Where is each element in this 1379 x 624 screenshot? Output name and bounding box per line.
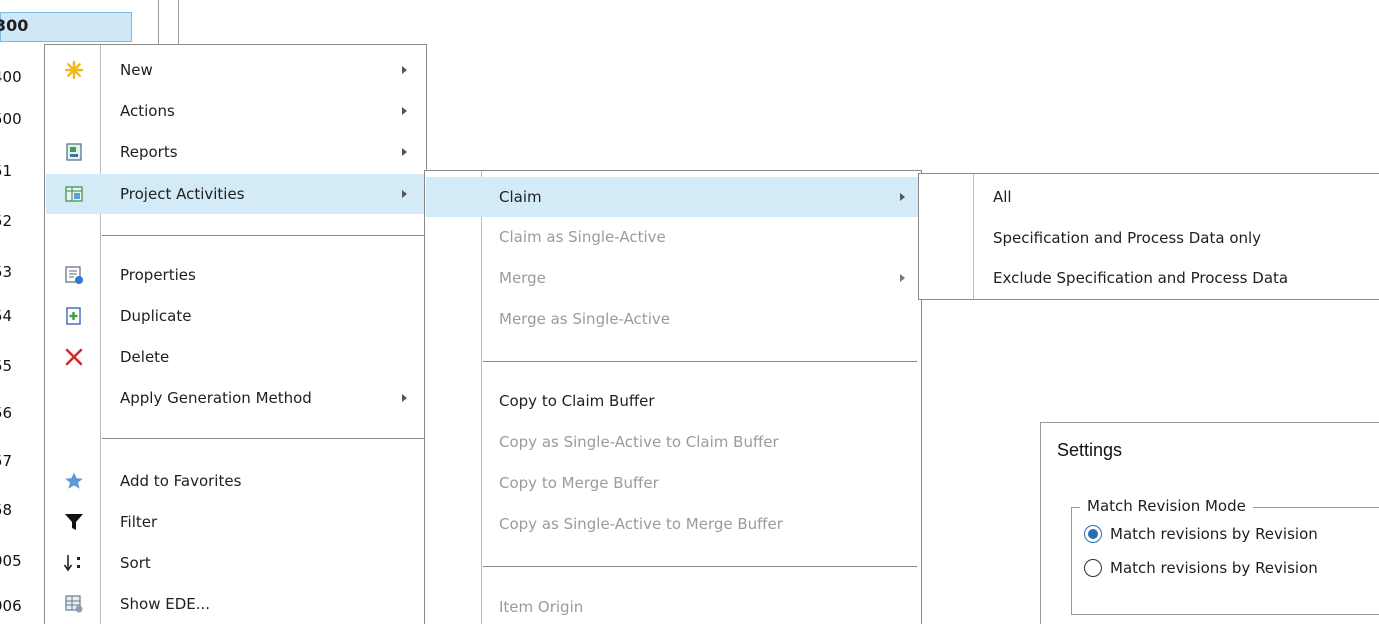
menu-item-label: Duplicate	[120, 307, 192, 325]
menu-item-label: Delete	[120, 348, 170, 366]
menu-item-new[interactable]: New	[45, 50, 426, 90]
menu-item-label: Copy to Merge Buffer	[499, 474, 659, 492]
duplicate-icon	[63, 305, 85, 327]
selected-cell[interactable]: 300	[0, 12, 132, 42]
menu-item-sort[interactable]: Sort	[45, 543, 426, 583]
menu-separator	[483, 566, 917, 567]
menu-item-add-to-favorites[interactable]: Add to Favorites	[45, 461, 426, 501]
menu-item-label: Sort	[120, 554, 151, 572]
menu-item-claim-exclude-spec-process[interactable]: Exclude Specification and Process Data	[919, 258, 1379, 298]
menu-separator	[483, 361, 917, 362]
menu-item-actions[interactable]: Actions	[45, 91, 426, 131]
menu-item-label: Specification and Process Data only	[993, 229, 1262, 247]
submenu-arrow-icon	[900, 193, 905, 201]
radio-label: Match revisions by Revision	[1110, 525, 1318, 543]
menu-item-merge-single-active[interactable]: Merge as Single-Active	[425, 299, 921, 339]
menu-item-label: Properties	[120, 266, 196, 284]
menu-item-properties[interactable]: Properties	[45, 255, 426, 295]
row-number: 54	[0, 307, 13, 325]
menu-item-project-activities[interactable]: Project Activities	[46, 174, 425, 214]
submenu-arrow-icon	[402, 394, 407, 402]
menu-item-claim-all[interactable]: All	[919, 177, 1379, 217]
menu-item-claim-single-active[interactable]: Claim as Single-Active	[425, 217, 921, 257]
menu-item-label: Item Origin	[499, 598, 584, 616]
menu-item-label: Merge as Single-Active	[499, 310, 670, 328]
row-number: 400	[0, 68, 22, 86]
match-revision-mode-group: Match Revision Mode Match revisions by R…	[1071, 497, 1379, 615]
menu-item-merge[interactable]: Merge	[425, 258, 921, 298]
grid-divider	[178, 0, 179, 46]
settings-title: Settings	[1057, 440, 1123, 460]
menu-item-reports[interactable]: Reports	[45, 132, 426, 172]
menu-item-copy-to-merge-buffer[interactable]: Copy to Merge Buffer	[425, 463, 921, 503]
menu-item-delete[interactable]: Delete	[45, 337, 426, 377]
project-activities-icon	[63, 183, 85, 205]
delete-x-icon	[63, 346, 85, 368]
menu-item-label: Copy to Claim Buffer	[499, 392, 655, 410]
menu-item-duplicate[interactable]: Duplicate	[45, 296, 426, 336]
menu-item-label: Actions	[120, 102, 175, 120]
row-number: 51	[0, 162, 13, 180]
report-icon	[63, 141, 85, 163]
claim-submenu: All Specification and Process Data only …	[918, 173, 1379, 300]
context-menu: New Actions Reports Project Activities P…	[44, 44, 427, 624]
menu-item-filter[interactable]: Filter	[45, 502, 426, 542]
project-activities-submenu: Claim Claim as Single-Active Merge Merge…	[424, 170, 922, 624]
radio-label: Match revisions by Revision	[1110, 559, 1318, 577]
menu-item-label: Filter	[120, 513, 158, 531]
menu-item-label: Exclude Specification and Process Data	[993, 269, 1289, 287]
menu-item-claim[interactable]: Claim	[426, 177, 920, 217]
menu-item-item-origin[interactable]: Item Origin	[425, 587, 921, 624]
menu-separator	[102, 235, 424, 236]
submenu-arrow-icon	[402, 148, 407, 156]
submenu-arrow-icon	[402, 107, 407, 115]
menu-item-label: Add to Favorites	[120, 472, 242, 490]
row-number: 906	[0, 597, 22, 615]
menu-item-label: Copy as Single-Active to Merge Buffer	[499, 515, 783, 533]
properties-icon	[63, 264, 85, 286]
radio-option-match-by-revision-alt[interactable]: Match revisions by Revision	[1084, 556, 1318, 580]
radio-checked-icon[interactable]	[1084, 525, 1102, 543]
row-number: 58	[0, 501, 13, 519]
row-number: 905	[0, 552, 22, 570]
row-number: 500	[0, 110, 22, 128]
row-number: 56	[0, 404, 13, 422]
row-number: 55	[0, 357, 13, 375]
star-icon	[63, 470, 85, 492]
menu-item-label: New	[120, 61, 153, 79]
group-label: Match Revision Mode	[1080, 497, 1253, 515]
menu-item-label: Claim	[499, 188, 542, 206]
menu-item-label: All	[993, 188, 1012, 206]
menu-item-label: Show EDE...	[120, 595, 211, 613]
sort-icon	[63, 552, 85, 574]
submenu-arrow-icon	[402, 66, 407, 74]
menu-item-label: Claim as Single-Active	[499, 228, 666, 246]
menu-item-label: Copy as Single-Active to Claim Buffer	[499, 433, 779, 451]
menu-item-claim-spec-process-only[interactable]: Specification and Process Data only	[919, 218, 1379, 258]
menu-item-copy-single-active-merge-buffer[interactable]: Copy as Single-Active to Merge Buffer	[425, 504, 921, 544]
menu-item-copy-to-claim-buffer[interactable]: Copy to Claim Buffer	[425, 381, 921, 421]
row-number: 52	[0, 212, 13, 230]
grid-divider	[158, 0, 159, 46]
selected-cell-value: 300	[0, 16, 29, 35]
menu-item-label: Reports	[120, 143, 178, 161]
menu-item-label: Merge	[499, 269, 546, 287]
show-ede-icon	[63, 593, 85, 615]
menu-separator	[102, 438, 424, 439]
menu-item-apply-generation-method[interactable]: Apply Generation Method	[45, 378, 426, 418]
menu-item-show-ede[interactable]: Show EDE...	[45, 584, 426, 624]
funnel-icon	[63, 511, 85, 533]
menu-item-label: Apply Generation Method	[120, 389, 312, 407]
row-number: 53	[0, 263, 13, 281]
radio-option-match-by-revision[interactable]: Match revisions by Revision	[1084, 522, 1318, 546]
row-number: 57	[0, 452, 13, 470]
radio-unchecked-icon[interactable]	[1084, 559, 1102, 577]
submenu-arrow-icon	[900, 274, 905, 282]
submenu-arrow-icon	[402, 190, 407, 198]
settings-panel: Settings Match Revision Mode Match revis…	[1040, 422, 1379, 624]
asterisk-icon	[63, 59, 85, 81]
menu-item-copy-single-active-claim-buffer[interactable]: Copy as Single-Active to Claim Buffer	[425, 422, 921, 462]
menu-item-label: Project Activities	[120, 185, 245, 203]
